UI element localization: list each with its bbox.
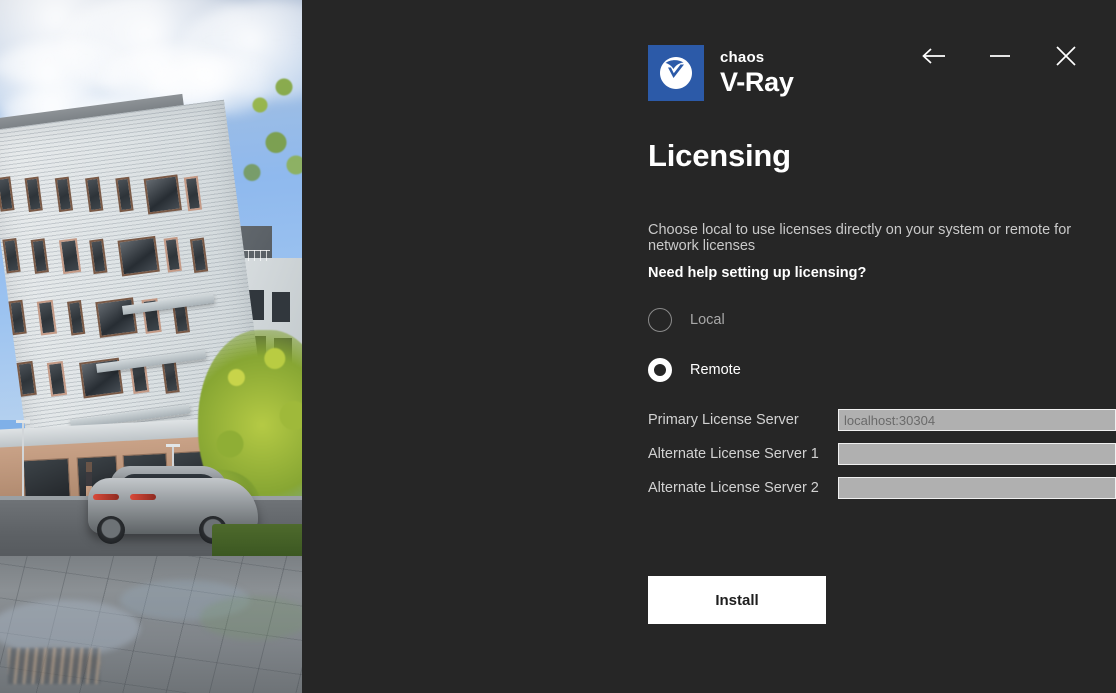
- window: [272, 292, 290, 322]
- label-alternate-license-server-2: Alternate License Server 2: [648, 480, 819, 496]
- car-taillight: [93, 494, 119, 500]
- puddle-reflection: [200, 596, 302, 640]
- license-server-fields: Primary License Server Alternate License…: [648, 409, 1116, 511]
- hero-image-panel: [0, 0, 302, 693]
- primary-license-server-input[interactable]: [838, 409, 1116, 431]
- content-panel: chaos V-Ray Licensing Choose local to us…: [302, 0, 1116, 693]
- street-lamp-post: [22, 420, 24, 504]
- minimize-icon: [989, 50, 1011, 62]
- page-title: Licensing: [648, 138, 791, 173]
- tree-canopy-upper: [232, 60, 302, 210]
- alternate-license-server-1-input[interactable]: [838, 443, 1116, 465]
- help-link[interactable]: Need help setting up licensing?: [648, 265, 866, 281]
- brand-product-name: V-Ray: [720, 67, 794, 97]
- radio-option-remote[interactable]: Remote: [648, 354, 848, 386]
- vray-installer-window: chaos V-Ray Licensing Choose local to us…: [0, 0, 1116, 693]
- building-reflection: [8, 648, 100, 684]
- radio-unselected-icon: [648, 308, 672, 332]
- alternate-license-server-2-input[interactable]: [838, 477, 1116, 499]
- car-wheel: [97, 516, 125, 544]
- radio-option-local[interactable]: Local: [648, 304, 848, 336]
- back-button[interactable]: [914, 36, 954, 76]
- label-alternate-license-server-1: Alternate License Server 1: [648, 446, 819, 462]
- close-icon: [1055, 45, 1077, 67]
- brand-lockup: chaos V-Ray: [648, 45, 794, 101]
- arrow-left-icon: [921, 46, 947, 66]
- label-primary-license-server: Primary License Server: [648, 412, 799, 428]
- field-row-primary: Primary License Server: [648, 409, 1116, 431]
- intro-description: Choose local to use licenses directly on…: [648, 222, 1072, 254]
- radio-label-remote: Remote: [690, 362, 741, 378]
- field-row-alternate-1: Alternate License Server 1: [648, 443, 1116, 465]
- minimize-button[interactable]: [980, 36, 1020, 76]
- brand-company-name: chaos: [720, 49, 765, 66]
- install-button[interactable]: Install: [648, 576, 826, 624]
- brand-wordmark: chaos V-Ray: [720, 50, 794, 96]
- radio-selected-icon: [648, 358, 672, 382]
- street-lamp-head: [16, 420, 30, 423]
- field-row-alternate-2: Alternate License Server 2: [648, 477, 1116, 499]
- radio-label-local: Local: [690, 312, 725, 328]
- license-mode-radio-group: Local Remote: [648, 304, 848, 404]
- window-controls: [914, 36, 1086, 76]
- vray-checkmark-logo-icon: [648, 45, 704, 101]
- hero-render-scene: [0, 0, 302, 693]
- street-lamp-head: [166, 444, 180, 447]
- close-button[interactable]: [1046, 36, 1086, 76]
- car-taillight: [130, 494, 156, 500]
